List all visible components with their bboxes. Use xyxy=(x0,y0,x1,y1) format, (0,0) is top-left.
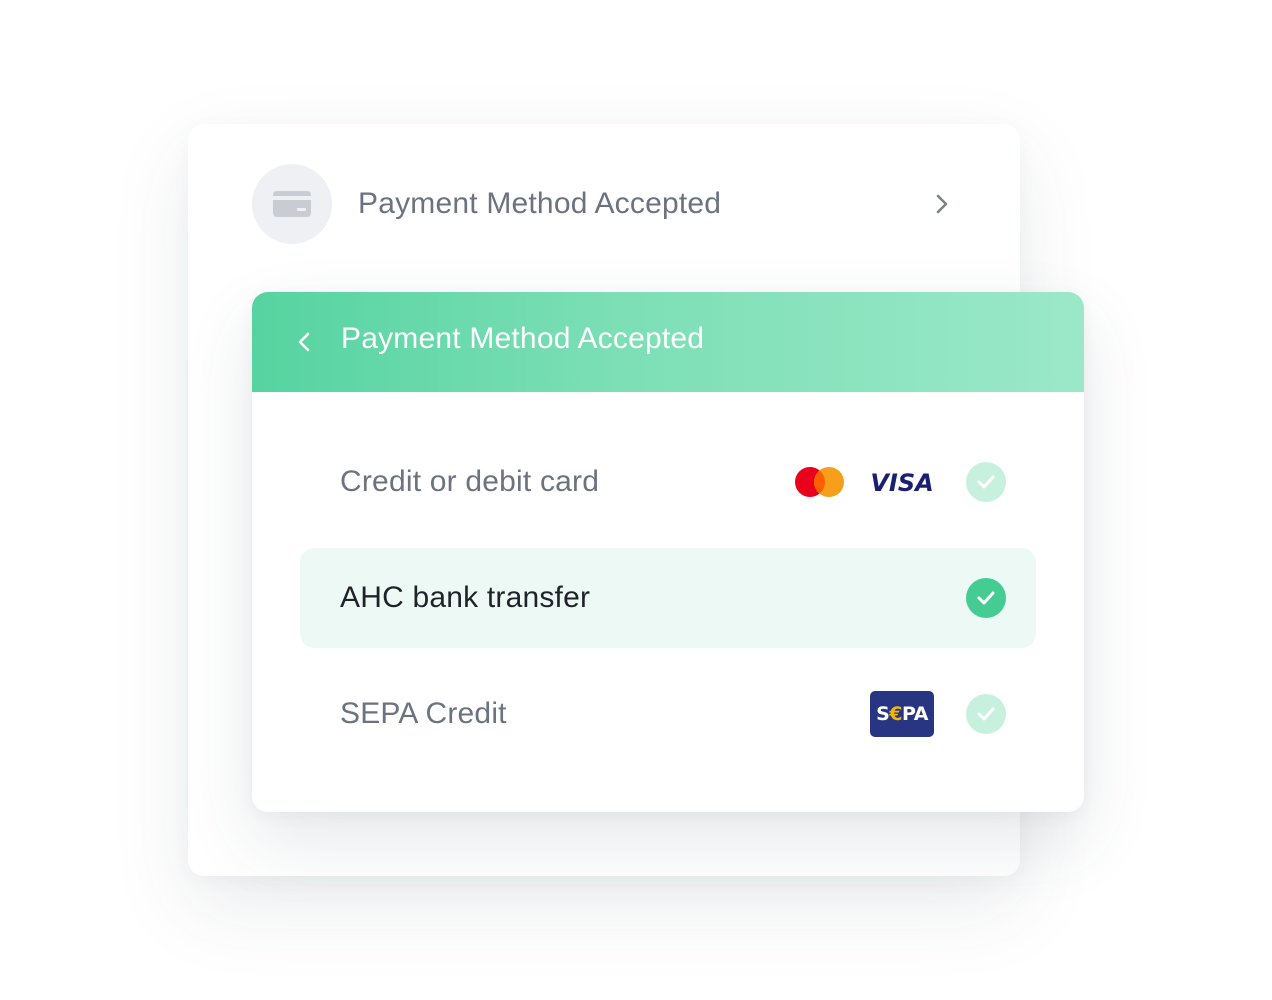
option-label: AHC bank transfer xyxy=(340,581,591,614)
option-credit-debit-card[interactable]: Credit or debit card VISA xyxy=(300,432,1036,532)
check-icon xyxy=(966,578,1006,618)
mastercard-logo xyxy=(794,466,846,498)
option-label: Credit or debit card xyxy=(340,465,600,498)
payment-method-row[interactable]: Payment Method Accepted xyxy=(252,164,956,244)
sepa-text-s: S xyxy=(876,703,890,725)
sepa-logo: S € PA xyxy=(870,691,934,737)
option-sepa-credit[interactable]: SEPA Credit S € PA xyxy=(300,664,1036,764)
visa-text: VISA xyxy=(870,469,933,495)
panel-title: Payment Method Accepted xyxy=(341,322,705,355)
check-icon xyxy=(966,462,1006,502)
chevron-right-icon[interactable] xyxy=(928,190,956,218)
payment-method-title: Payment Method Accepted xyxy=(358,187,722,220)
credit-card-icon xyxy=(252,164,332,244)
check-icon xyxy=(966,694,1006,734)
chevron-left-icon[interactable] xyxy=(290,328,318,356)
payment-method-panel: Payment Method Accepted Credit or debit … xyxy=(252,292,1084,812)
panel-header: Payment Method Accepted xyxy=(252,292,1084,392)
option-ahc-bank-transfer[interactable]: AHC bank transfer xyxy=(300,548,1036,648)
sepa-text-euro: € xyxy=(889,703,903,725)
option-label: SEPA Credit xyxy=(340,697,507,730)
visa-logo: VISA xyxy=(870,469,934,497)
stage: Payment Method Accepted Payment Method A… xyxy=(0,0,1272,1000)
sepa-text-pa: PA xyxy=(902,703,928,725)
